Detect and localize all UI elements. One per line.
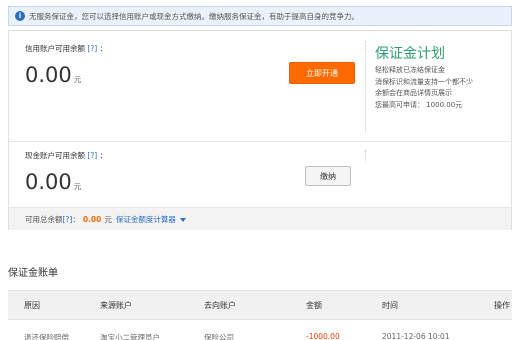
col-amount: 金额 bbox=[306, 301, 322, 310]
divider bbox=[365, 41, 366, 133]
cell-reason: 退还保险赔偿 bbox=[24, 333, 69, 340]
promo-line: 轻松释放已冻结保证金 bbox=[375, 66, 445, 74]
account-panel: 信用账户可用余额 [?] ： 0.00 元 立即开通 保证金计划 轻松释放已冻结保… bbox=[8, 30, 512, 230]
pay-deposit-button[interactable]: 缴纳 bbox=[305, 166, 351, 186]
notice-bar: i 无服务保证金，您可以选择信用账户或现金方式缴纳。缴纳服务保证金，有助于提高自… bbox=[8, 6, 512, 26]
cell-amount: -1000.00 bbox=[306, 332, 340, 340]
credit-balance-label: 信用账户可用余额 [?] ： bbox=[25, 44, 108, 53]
col-target-account: 去向账户 bbox=[204, 301, 236, 310]
total-help-link[interactable]: [?] bbox=[63, 215, 73, 224]
promo-line: 您最高可申请： 1000.00元 bbox=[375, 100, 463, 109]
cash-balance-label: 现金账户可用余额 [?] ： bbox=[25, 151, 108, 160]
cash-help-link[interactable]: [?] bbox=[87, 151, 97, 160]
cell-source-account: 淘宝小二管理员户 bbox=[100, 333, 160, 340]
credit-help-link[interactable]: [?] bbox=[87, 44, 97, 53]
divider bbox=[365, 150, 366, 162]
total-balance-bar: 可用总余额 [?] ： 0.00 元 保证金额度计算器 bbox=[9, 207, 511, 230]
cash-account-section: 现金账户可用余额 [?] ： 0.00 元 缴纳 bbox=[9, 141, 512, 207]
notice-text: 无服务保证金，您可以选择信用账户或现金方式缴纳。缴纳服务保证金，有助于提高自身的… bbox=[29, 11, 359, 21]
total-balance-label: 可用总余额 bbox=[25, 214, 63, 224]
deposit-calculator-link[interactable]: 保证金额度计算器 bbox=[116, 214, 186, 225]
promo-title: 保证金计划 bbox=[375, 46, 445, 62]
bill-title: 保证金账单 bbox=[8, 268, 58, 279]
info-icon: i bbox=[15, 11, 25, 21]
credit-account-section: 信用账户可用余额 [?] ： 0.00 元 立即开通 保证金计划 轻松释放已冻结保… bbox=[9, 31, 512, 141]
col-source-account: 来源账户 bbox=[100, 301, 132, 310]
caret-down-icon bbox=[179, 217, 186, 222]
table-row: 退还保险赔偿 淘宝小二管理员户 保险公司 -1000.00 2011-12-06… bbox=[8, 332, 512, 340]
promo-box: 保证金计划 轻松释放已冻结保证金 消保标识和流量支持一个都不少 余额会在商品详情… bbox=[375, 43, 512, 111]
credit-balance-amount: 0.00 元 bbox=[25, 63, 82, 87]
cell-target-account: 保险公司 bbox=[204, 333, 234, 340]
col-time: 时间 bbox=[382, 301, 398, 310]
cash-balance-amount: 0.00 元 bbox=[25, 170, 82, 194]
promo-line: 消保标识和流量支持一个都不少 bbox=[375, 77, 473, 86]
col-reason: 原因 bbox=[24, 301, 40, 310]
total-balance-amount: 0.00 bbox=[82, 214, 102, 224]
cell-time: 2011-12-06 10:01 bbox=[382, 332, 450, 340]
table-header: 原因 来源账户 去向账户 金额 时间 操作 bbox=[8, 290, 512, 320]
col-action: 操作 bbox=[494, 301, 510, 310]
open-credit-button[interactable]: 立即开通 bbox=[289, 62, 355, 84]
promo-line: 余额会在商品详情页展示 bbox=[375, 89, 452, 97]
